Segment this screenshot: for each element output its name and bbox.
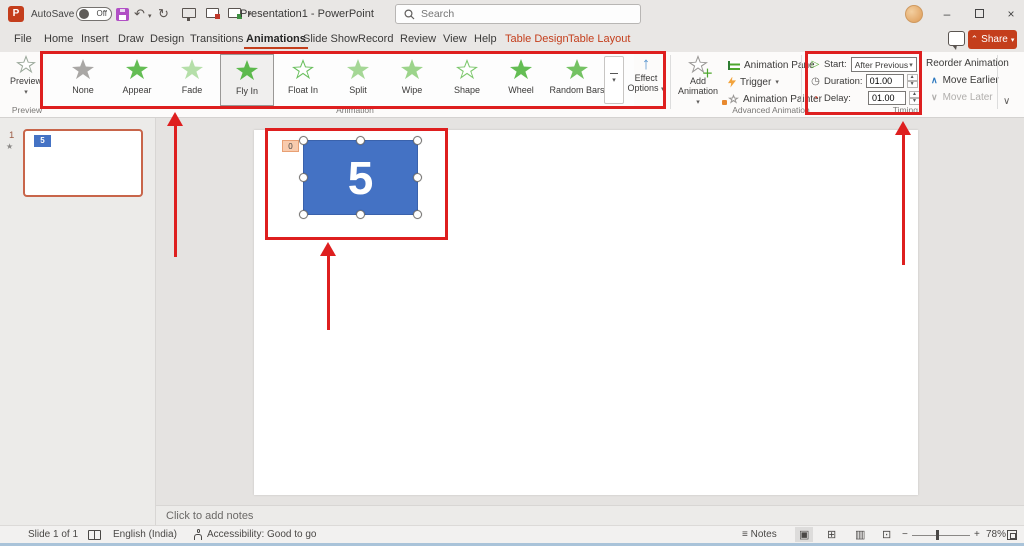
- share-caret-icon: ▾: [1011, 36, 1015, 44]
- account-avatar[interactable]: [905, 5, 923, 23]
- autosave-toggle[interactable]: Off: [76, 7, 112, 21]
- share-button[interactable]: ⌃ Share ▾: [968, 30, 1017, 49]
- close-button[interactable]: ×: [996, 0, 1024, 28]
- ribbon-tabs-bar: File Home Insert Draw Design Transitions…: [0, 28, 1024, 52]
- share-icon: ⌃: [971, 34, 979, 45]
- annotation-box-animation-gallery: [40, 51, 666, 109]
- annotation-box-shape: [265, 128, 448, 240]
- zoom-slider-thumb[interactable]: [936, 530, 939, 540]
- tab-slide-show[interactable]: Slide Show: [303, 33, 358, 45]
- autosave-state: Off: [96, 9, 107, 18]
- powerpoint-logo-icon: P: [8, 6, 24, 22]
- add-animation-button[interactable]: ＋ Add Animation ▾: [676, 55, 720, 107]
- group-separator: [670, 55, 671, 109]
- tab-transitions[interactable]: Transitions: [190, 33, 243, 45]
- slide-indicator: Slide 1 of 1: [28, 529, 78, 540]
- trigger-button[interactable]: Trigger ▾: [728, 75, 779, 89]
- collapse-ribbon-icon[interactable]: ∨: [1003, 96, 1010, 107]
- move-later-button[interactable]: ∨ Move Later: [931, 92, 993, 103]
- tab-table-design[interactable]: Table Design: [505, 33, 569, 45]
- chevron-up-icon: ∧: [931, 75, 938, 86]
- language-indicator[interactable]: English (India): [113, 529, 177, 540]
- zoom-out-icon[interactable]: −: [902, 529, 908, 540]
- slide-thumbnail[interactable]: 5: [23, 129, 143, 197]
- zoom-in-icon[interactable]: +: [974, 529, 980, 540]
- group-separator: [801, 55, 802, 109]
- tab-help[interactable]: Help: [474, 33, 497, 45]
- status-bar: Slide 1 of 1 English (India) Accessibili…: [0, 525, 1024, 543]
- tab-design[interactable]: Design: [150, 33, 184, 45]
- toggle-knob-icon: [79, 9, 89, 19]
- search-bar[interactable]: [395, 4, 641, 24]
- tab-draw[interactable]: Draw: [118, 33, 144, 45]
- minimize-button[interactable]: –: [932, 0, 962, 28]
- fit-to-window-icon[interactable]: [1007, 530, 1017, 540]
- notes-pane[interactable]: Click to add notes: [156, 505, 1024, 525]
- thumbnail-shape: 5: [34, 135, 51, 147]
- comments-icon[interactable]: [948, 31, 965, 46]
- window-title: Presentation1 - PowerPoint: [240, 8, 420, 20]
- reading-view-icon[interactable]: ▥: [851, 527, 869, 542]
- undo-icon[interactable]: ↶: [134, 6, 145, 22]
- undo-dropdown-icon[interactable]: ▾: [148, 12, 152, 20]
- slide-thumbnail-panel: 1 ★ 5: [0, 118, 156, 525]
- move-earlier-button[interactable]: ∧ Move Earlier: [931, 75, 999, 86]
- slide-sorter-view-icon[interactable]: ⊞: [823, 527, 840, 542]
- animation-pane-icon: [728, 61, 740, 70]
- redo-icon[interactable]: ↻: [158, 6, 169, 22]
- preview-label: Preview: [10, 76, 42, 86]
- chevron-down-icon: ∨: [931, 92, 938, 103]
- search-icon: [404, 9, 415, 20]
- tab-home[interactable]: Home: [44, 33, 73, 45]
- tab-insert[interactable]: Insert: [81, 33, 109, 45]
- paintbrush-icon: [722, 100, 727, 105]
- trigger-caret-icon: ▾: [775, 78, 779, 86]
- plus-icon: ＋: [702, 65, 713, 81]
- zoom-slider-track[interactable]: [912, 535, 970, 536]
- preview-caret-icon: ▾: [24, 89, 28, 96]
- accessibility-person-icon: [193, 529, 203, 541]
- tab-view[interactable]: View: [443, 33, 467, 45]
- tab-review[interactable]: Review: [400, 33, 436, 45]
- maximize-button[interactable]: [964, 0, 994, 28]
- group-separator: [997, 55, 998, 109]
- tab-file[interactable]: File: [14, 33, 32, 45]
- preview-star-icon: [16, 55, 36, 74]
- animation-indicator-star-icon: ★: [6, 142, 13, 151]
- search-input[interactable]: [421, 8, 601, 20]
- slide-number: 1: [9, 130, 14, 141]
- tab-animations[interactable]: Animations: [246, 33, 306, 45]
- spellcheck-book-icon[interactable]: [88, 530, 101, 540]
- add-animation-caret-icon: ▾: [696, 99, 700, 106]
- lightning-icon: [728, 77, 736, 88]
- notes-toggle-button[interactable]: ≡ Notes: [742, 529, 777, 540]
- new-slide-icon[interactable]: [206, 8, 219, 18]
- normal-view-icon[interactable]: ▣: [795, 527, 813, 542]
- share-label: Share: [981, 34, 1008, 45]
- save-icon[interactable]: [116, 8, 129, 21]
- powerpoint-window: P AutoSave Off ↶ ▾ ↻ ▾ Presentation1 - P…: [0, 0, 1024, 546]
- autosave-label: AutoSave: [31, 9, 74, 20]
- tab-record[interactable]: Record: [358, 33, 393, 45]
- accessibility-status[interactable]: Accessibility: Good to go: [207, 529, 317, 540]
- slideshow-view-icon[interactable]: ⊡: [878, 527, 895, 542]
- zoom-level[interactable]: 78%: [986, 529, 1006, 540]
- tab-table-layout[interactable]: Table Layout: [568, 33, 630, 45]
- annotation-box-timing: [805, 51, 922, 115]
- title-bar: P AutoSave Off ↶ ▾ ↻ ▾ Presentation1 - P…: [0, 0, 1024, 28]
- animation-painter-star-icon: [728, 94, 739, 104]
- start-slideshow-icon[interactable]: [182, 8, 196, 18]
